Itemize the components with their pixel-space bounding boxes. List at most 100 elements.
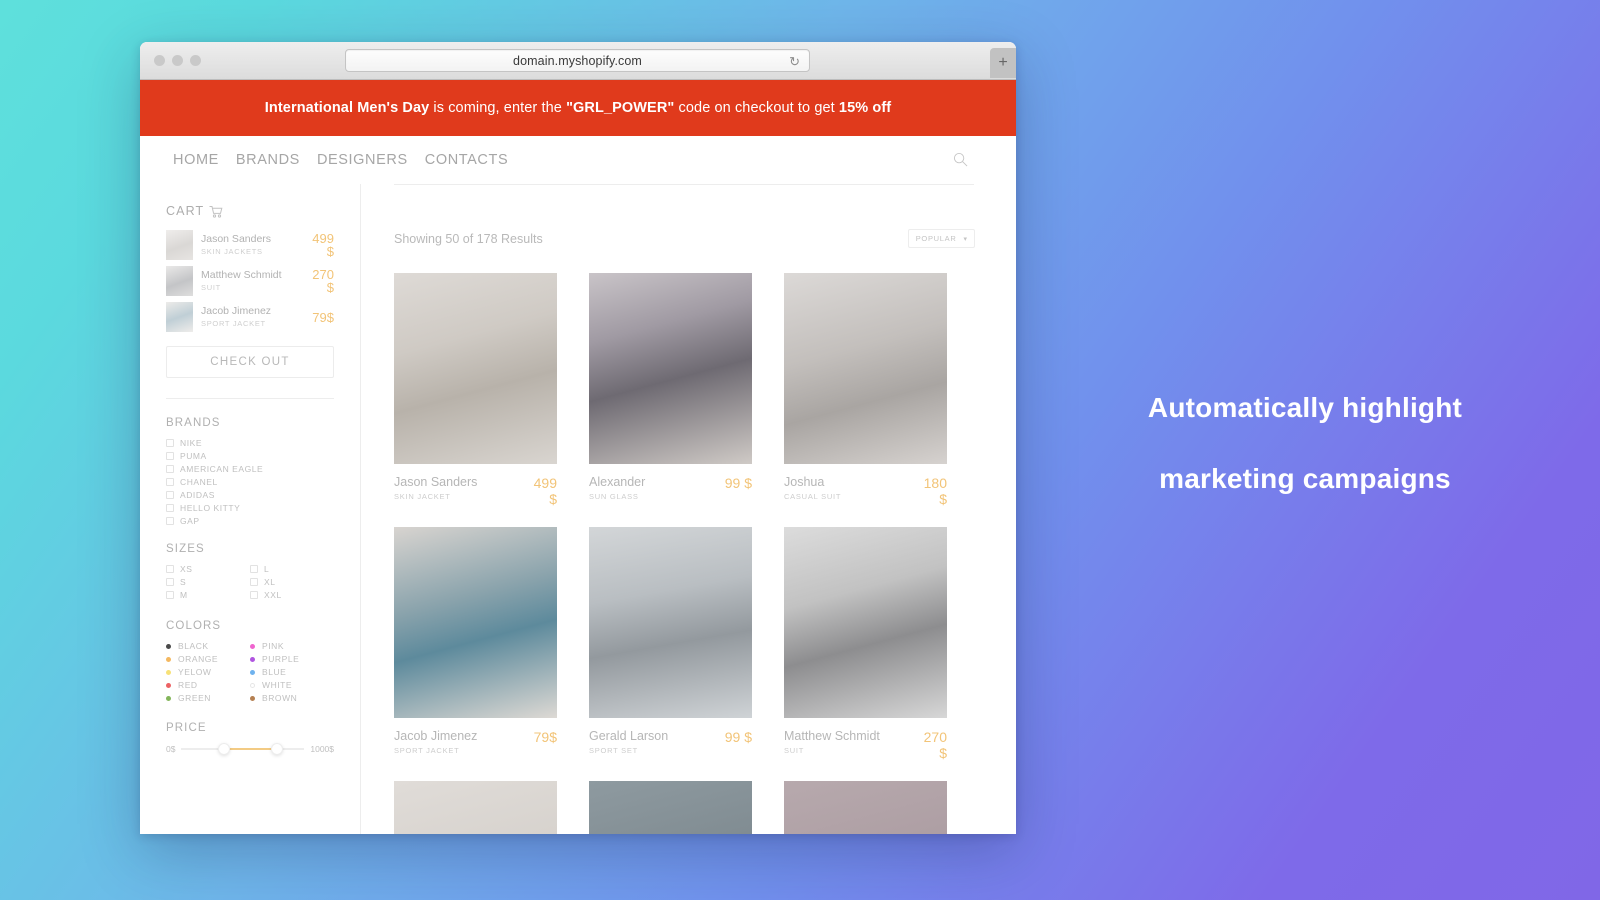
cart-items: Jason Sanders SKIN JACKETS 499 $ Matthew… — [166, 230, 334, 332]
product-name: Alexander — [589, 475, 646, 489]
brand-option-adidas[interactable]: ADIDAS — [166, 490, 334, 500]
nav-item-brands[interactable]: BRANDS — [236, 152, 300, 168]
product-card[interactable]: Jacob Jimenez SPORT JACKET 79$ — [394, 527, 557, 761]
product-card[interactable]: Gerald Larson SPORT SET 99 $ — [589, 527, 752, 761]
product-image[interactable] — [784, 527, 947, 718]
brand-label: CHANEL — [180, 477, 218, 487]
reload-icon[interactable]: ↻ — [789, 54, 800, 69]
price-slider-track[interactable] — [181, 743, 305, 755]
brand-option-hello-kitty[interactable]: HELLO KITTY — [166, 503, 334, 513]
nav-item-home[interactable]: HOME — [173, 152, 219, 168]
brand-label: ADIDAS — [180, 490, 215, 500]
checkbox-icon[interactable] — [166, 491, 174, 499]
cart-item[interactable]: Matthew Schmidt SUIT 270 $ — [166, 266, 334, 296]
checkbox-icon[interactable] — [166, 452, 174, 460]
brand-label: PUMA — [180, 451, 207, 461]
cart-item[interactable]: Jason Sanders SKIN JACKETS 499 $ — [166, 230, 334, 260]
product-card[interactable]: Matthew Schmidt SUIT 270 $ — [784, 527, 947, 761]
product-price: 99 $ — [724, 729, 752, 745]
brand-option-gap[interactable]: GAP — [166, 516, 334, 526]
page-body: CART Jason Sanders SKIN JACKETS 499 $ Ma… — [140, 184, 1016, 834]
size-option-xl[interactable]: XL — [250, 577, 334, 587]
checkbox-icon[interactable] — [250, 565, 258, 573]
nav-links: HOME BRANDS DESIGNERS CONTACTS — [173, 152, 508, 168]
checkout-button[interactable]: CHECK OUT — [166, 346, 334, 378]
product-image[interactable] — [394, 273, 557, 464]
minimize-button-icon[interactable] — [172, 55, 183, 66]
price-slider-knob-max[interactable] — [271, 743, 284, 755]
price-filter-title: PRICE — [166, 722, 207, 734]
sizes-filter-title: SIZES — [166, 543, 205, 555]
zoom-button-icon[interactable] — [190, 55, 201, 66]
address-bar[interactable]: domain.myshopify.com ↻ — [345, 49, 810, 72]
product-card[interactable] — [589, 781, 752, 834]
brand-option-nike[interactable]: NIKE — [166, 438, 334, 448]
size-option-m[interactable]: M — [166, 590, 250, 600]
product-info: Joshua CASUAL SUIT — [784, 475, 841, 504]
checkbox-icon[interactable] — [166, 578, 174, 586]
product-card[interactable]: Jason Sanders SKIN JACKET 499 $ — [394, 273, 557, 507]
color-label: BLACK — [178, 641, 209, 651]
checkbox-icon[interactable] — [166, 504, 174, 512]
size-option-s[interactable]: S — [166, 577, 250, 587]
search-icon[interactable] — [953, 152, 968, 167]
checkbox-icon[interactable] — [166, 478, 174, 486]
product-info: Matthew Schmidt SUIT — [784, 729, 880, 758]
product-price: 79$ — [533, 729, 557, 745]
brand-option-puma[interactable]: PUMA — [166, 451, 334, 461]
product-info: Alexander SUN GLASS — [589, 475, 645, 504]
brand-option-american-eagle[interactable]: AMERICAN EAGLE — [166, 464, 334, 474]
checkbox-icon[interactable] — [166, 517, 174, 525]
product-image[interactable] — [394, 527, 557, 718]
site-navbar: HOME BRANDS DESIGNERS CONTACTS — [140, 136, 1016, 184]
price-range-slider[interactable]: 0$ 1000$ — [166, 743, 334, 755]
cart-item-info: Jacob Jimenez SPORT JACKET — [201, 305, 304, 330]
color-option-pink[interactable]: PINK — [250, 641, 334, 651]
product-card[interactable]: Joshua CASUAL SUIT 180 $ — [784, 273, 947, 507]
product-image[interactable] — [589, 273, 752, 464]
product-meta: Jacob Jimenez SPORT JACKET 79$ — [394, 718, 557, 758]
color-option-red[interactable]: RED — [166, 680, 250, 690]
product-card[interactable] — [784, 781, 947, 834]
size-label: XL — [264, 577, 276, 587]
size-option-l[interactable]: L — [250, 564, 334, 574]
cart-item[interactable]: Jacob Jimenez SPORT JACKET 79$ — [166, 302, 334, 332]
color-option-black[interactable]: BLACK — [166, 641, 250, 651]
color-label: BROWN — [262, 693, 298, 703]
browser-titlebar: domain.myshopify.com ↻ + — [140, 42, 1016, 80]
product-image[interactable] — [394, 781, 557, 834]
product-card[interactable]: Alexander SUN GLASS 99 $ — [589, 273, 752, 507]
color-option-brown[interactable]: BROWN — [250, 693, 334, 703]
checkbox-icon[interactable] — [250, 578, 258, 586]
product-image[interactable] — [589, 781, 752, 834]
product-image[interactable] — [784, 273, 947, 464]
shopping-cart-icon[interactable] — [209, 205, 223, 218]
sort-dropdown[interactable]: POPULAR ▾ — [907, 229, 975, 248]
cart-header: CART — [166, 204, 334, 218]
color-option-green[interactable]: GREEN — [166, 693, 250, 703]
nav-item-designers[interactable]: DESIGNERS — [317, 152, 408, 168]
checkbox-icon[interactable] — [166, 465, 174, 473]
filters-sidebar: CART Jason Sanders SKIN JACKETS 499 $ Ma… — [140, 184, 361, 834]
brands-filter: BRANDS NIKE PUMA AMERICAN EAGLE CHANEL A… — [166, 417, 334, 526]
product-image[interactable] — [784, 781, 947, 834]
new-tab-button[interactable]: + — [990, 48, 1016, 78]
size-option-xxl[interactable]: XXL — [250, 590, 334, 600]
color-option-white[interactable]: WHITE — [250, 680, 334, 690]
checkbox-icon[interactable] — [166, 591, 174, 599]
close-button-icon[interactable] — [154, 55, 165, 66]
product-meta: Matthew Schmidt SUIT 270 $ — [784, 718, 947, 761]
color-option-blue[interactable]: BLUE — [250, 667, 334, 677]
checkbox-icon[interactable] — [166, 565, 174, 573]
price-slider-knob-min[interactable] — [218, 743, 231, 755]
product-card[interactable] — [394, 781, 557, 834]
color-option-yelow[interactable]: YELOW — [166, 667, 250, 677]
color-option-purple[interactable]: PURPLE — [250, 654, 334, 664]
nav-item-contacts[interactable]: CONTACTS — [425, 152, 508, 168]
color-option-orange[interactable]: ORANGE — [166, 654, 250, 664]
size-option-xs[interactable]: XS — [166, 564, 250, 574]
product-image[interactable] — [589, 527, 752, 718]
brand-option-chanel[interactable]: CHANEL — [166, 477, 334, 487]
checkbox-icon[interactable] — [250, 591, 258, 599]
checkbox-icon[interactable] — [166, 439, 174, 447]
